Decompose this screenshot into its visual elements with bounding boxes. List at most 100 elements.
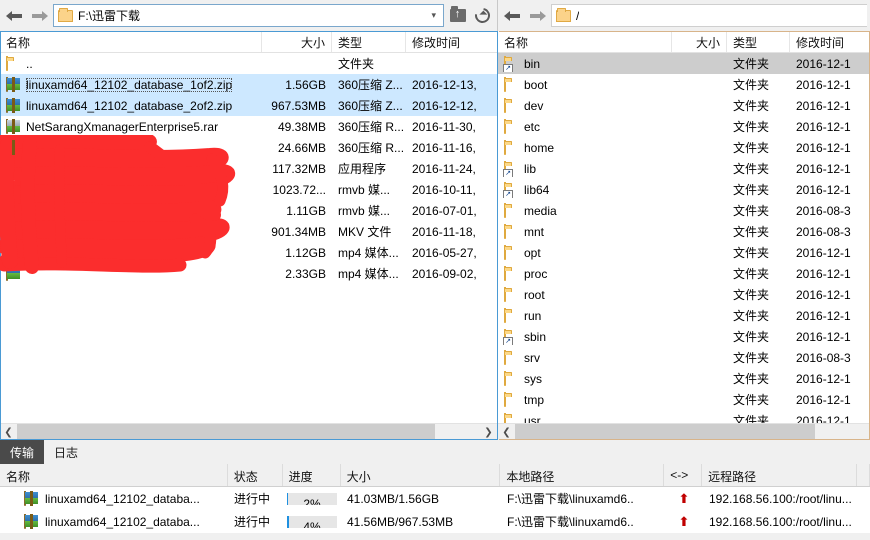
file-row[interactable]: media 文件夹 2016-08-3 — [498, 200, 870, 221]
transfer-column-header-5[interactable]: <-> — [664, 464, 703, 486]
file-row[interactable]: etc 文件夹 2016-12-1 — [498, 116, 870, 137]
chevron-right-icon[interactable]: ❯ — [480, 424, 497, 441]
file-row[interactable]: opt 文件夹 2016-12-1 — [498, 242, 870, 263]
chevron-left-icon[interactable]: ❮ — [498, 424, 515, 441]
file-row[interactable]: srv 文件夹 2016-08-3 — [498, 347, 870, 368]
local-address-bar[interactable]: F:\迅雷下载 ▾ — [53, 4, 444, 27]
remote-address-bar[interactable]: / — [551, 4, 867, 27]
file-row[interactable]: root 文件夹 2016-12-1 — [498, 284, 870, 305]
local-hscroll-thumb[interactable] — [17, 423, 435, 441]
file-name-cell[interactable] — [0, 160, 262, 177]
file-row[interactable]: 901.34MB MKV 文件 2016-11-18, — [0, 221, 497, 242]
local-refresh-button[interactable] — [470, 3, 495, 28]
file-row[interactable]: boot 文件夹 2016-12-1 — [498, 74, 870, 95]
file-row[interactable]: tmp 文件夹 2016-12-1 — [498, 389, 870, 410]
column-header-3[interactable]: 修改时间 — [790, 31, 870, 52]
file-name-cell[interactable]: home — [498, 139, 672, 156]
file-row[interactable]: sbin 文件夹 2016-12-1 — [498, 326, 870, 347]
file-name-cell[interactable]: bin — [498, 55, 672, 72]
file-row[interactable]: 1.12GB mp4 媒体... 2016-05-27, — [0, 242, 497, 263]
file-name-cell[interactable]: linuxamd64_12102_database_2of2.zip — [0, 97, 262, 114]
transfer-row[interactable]: linuxamd64_12102_databa... 进行中 4% 41.56MB/9… — [0, 510, 870, 533]
chevron-down-icon[interactable]: ▾ — [431, 10, 441, 21]
file-row[interactable]: lib 文件夹 2016-12-1 — [498, 158, 870, 179]
tab-transfer[interactable]: 传输 — [0, 440, 45, 464]
file-name-cell[interactable]: opt — [498, 244, 672, 261]
column-header-0[interactable]: 名称 — [498, 31, 672, 52]
remote-file-list[interactable]: bin 文件夹 2016-12-1 boot 文件夹 2016-12-1 dev 文件夹 201… — [498, 53, 870, 423]
chevron-left-icon[interactable]: ❮ — [0, 424, 17, 441]
file-name-cell[interactable]: lib64 — [498, 181, 672, 198]
file-row[interactable]: 117.32MB 应用程序 2016-11-24, — [0, 158, 497, 179]
remote-forward-button[interactable] — [525, 3, 550, 28]
remote-hscroll-thumb[interactable] — [515, 423, 815, 441]
transfer-column-header-0[interactable]: 名称 — [0, 464, 228, 486]
transfer-column-header-4[interactable]: 本地路径 — [500, 464, 665, 486]
file-name-cell[interactable] — [0, 202, 262, 219]
local-forward-button[interactable] — [27, 3, 52, 28]
file-name-cell[interactable]: media — [498, 202, 672, 219]
file-row[interactable]: sys 文件夹 2016-12-1 — [498, 368, 870, 389]
upload-arrow-icon: ⬆ — [678, 513, 690, 529]
file-row[interactable]: usr 文件夹 2016-12-1 — [498, 410, 870, 423]
file-name-cell[interactable]: root — [498, 286, 672, 303]
file-row[interactable]: lib64 文件夹 2016-12-1 — [498, 179, 870, 200]
column-header-1[interactable]: 大小 — [672, 31, 727, 52]
file-row[interactable]: 1.11GB rmvb 媒... 2016-07-01, — [0, 200, 497, 221]
file-name-cell[interactable]: dev — [498, 97, 672, 114]
file-name-cell[interactable] — [0, 223, 262, 240]
file-name-cell[interactable]: etc — [498, 118, 672, 135]
transfer-column-header-6[interactable]: 远程路径 — [702, 464, 857, 486]
file-row[interactable]: bin 文件夹 2016-12-1 — [498, 53, 870, 74]
file-row[interactable]: 1023.72... rmvb 媒... 2016-10-11, — [0, 179, 497, 200]
file-name-cell[interactable]: mnt — [498, 223, 672, 240]
file-name-cell[interactable]: sys — [498, 370, 672, 387]
transfer-column-header-2[interactable]: 进度 — [283, 464, 341, 486]
file-name-cell[interactable] — [0, 139, 262, 156]
file-row[interactable]: linuxamd64_12102_database_1of2.zip 1.56GB… — [0, 74, 497, 95]
file-name-cell[interactable]: usr — [498, 412, 672, 423]
file-name-cell[interactable]: srv — [498, 349, 672, 366]
file-name-cell[interactable] — [0, 265, 262, 282]
local-up-folder-button[interactable] — [445, 3, 470, 28]
file-name-cell[interactable]: tmp — [498, 391, 672, 408]
local-back-button[interactable] — [2, 3, 27, 28]
file-name-cell[interactable]: lib — [498, 160, 672, 177]
transfer-row[interactable]: linuxamd64_12102_databa... 进行中 2% 41.03MB/1… — [0, 487, 870, 510]
file-name-cell[interactable]: run — [498, 307, 672, 324]
file-row[interactable]: .. 文件夹 — [0, 53, 497, 74]
local-file-list[interactable]: .. 文件夹 linuxamd64_12102_database_1of2.zip 1… — [0, 53, 497, 423]
file-name-cell[interactable] — [0, 244, 262, 261]
file-row[interactable]: mnt 文件夹 2016-08-3 — [498, 221, 870, 242]
file-name-cell[interactable]: proc — [498, 265, 672, 282]
remote-hscroll-track[interactable] — [515, 423, 870, 441]
file-name-cell[interactable]: linuxamd64_12102_database_1of2.zip — [0, 76, 262, 93]
file-row[interactable]: home 文件夹 2016-12-1 — [498, 137, 870, 158]
file-row[interactable]: proc 文件夹 2016-12-1 — [498, 263, 870, 284]
file-row[interactable]: linuxamd64_12102_database_2of2.zip 967.53… — [0, 95, 497, 116]
column-header-1[interactable]: 大小 — [262, 31, 332, 52]
file-row[interactable]: 24.66MB 360压缩 R... 2016-11-16, — [0, 137, 497, 158]
file-row[interactable]: run 文件夹 2016-12-1 — [498, 305, 870, 326]
file-name-cell[interactable]: boot — [498, 76, 672, 93]
file-name-cell[interactable]: .. — [0, 55, 262, 72]
transfer-column-header-7[interactable] — [857, 464, 870, 486]
tab-log[interactable]: 日志 — [44, 440, 88, 464]
local-hscroll-track[interactable] — [17, 423, 480, 441]
transfer-rows[interactable]: linuxamd64_12102_databa... 进行中 2% 41.03MB/1… — [0, 487, 870, 533]
file-row[interactable]: dev 文件夹 2016-12-1 — [498, 95, 870, 116]
local-hscrollbar[interactable]: ❮ ❯ — [0, 423, 497, 441]
transfer-column-header-3[interactable]: 大小 — [341, 464, 501, 486]
column-header-0[interactable]: 名称 — [0, 31, 262, 52]
column-header-3[interactable]: 修改时间 — [406, 31, 496, 52]
column-header-2[interactable]: 类型 — [727, 31, 790, 52]
file-name-cell[interactable]: NetSarangXmanagerEnterprise5.rar — [0, 118, 262, 135]
transfer-column-header-1[interactable]: 状态 — [228, 464, 283, 486]
file-name-cell[interactable] — [0, 181, 262, 198]
file-row[interactable]: 2.33GB mp4 媒体... 2016-09-02, — [0, 263, 497, 284]
column-header-2[interactable]: 类型 — [332, 31, 406, 52]
file-row[interactable]: NetSarangXmanagerEnterprise5.rar 49.38MB 3… — [0, 116, 497, 137]
file-name-cell[interactable]: sbin — [498, 328, 672, 345]
remote-back-button[interactable] — [500, 3, 525, 28]
remote-hscrollbar[interactable]: ❮ — [498, 423, 870, 441]
